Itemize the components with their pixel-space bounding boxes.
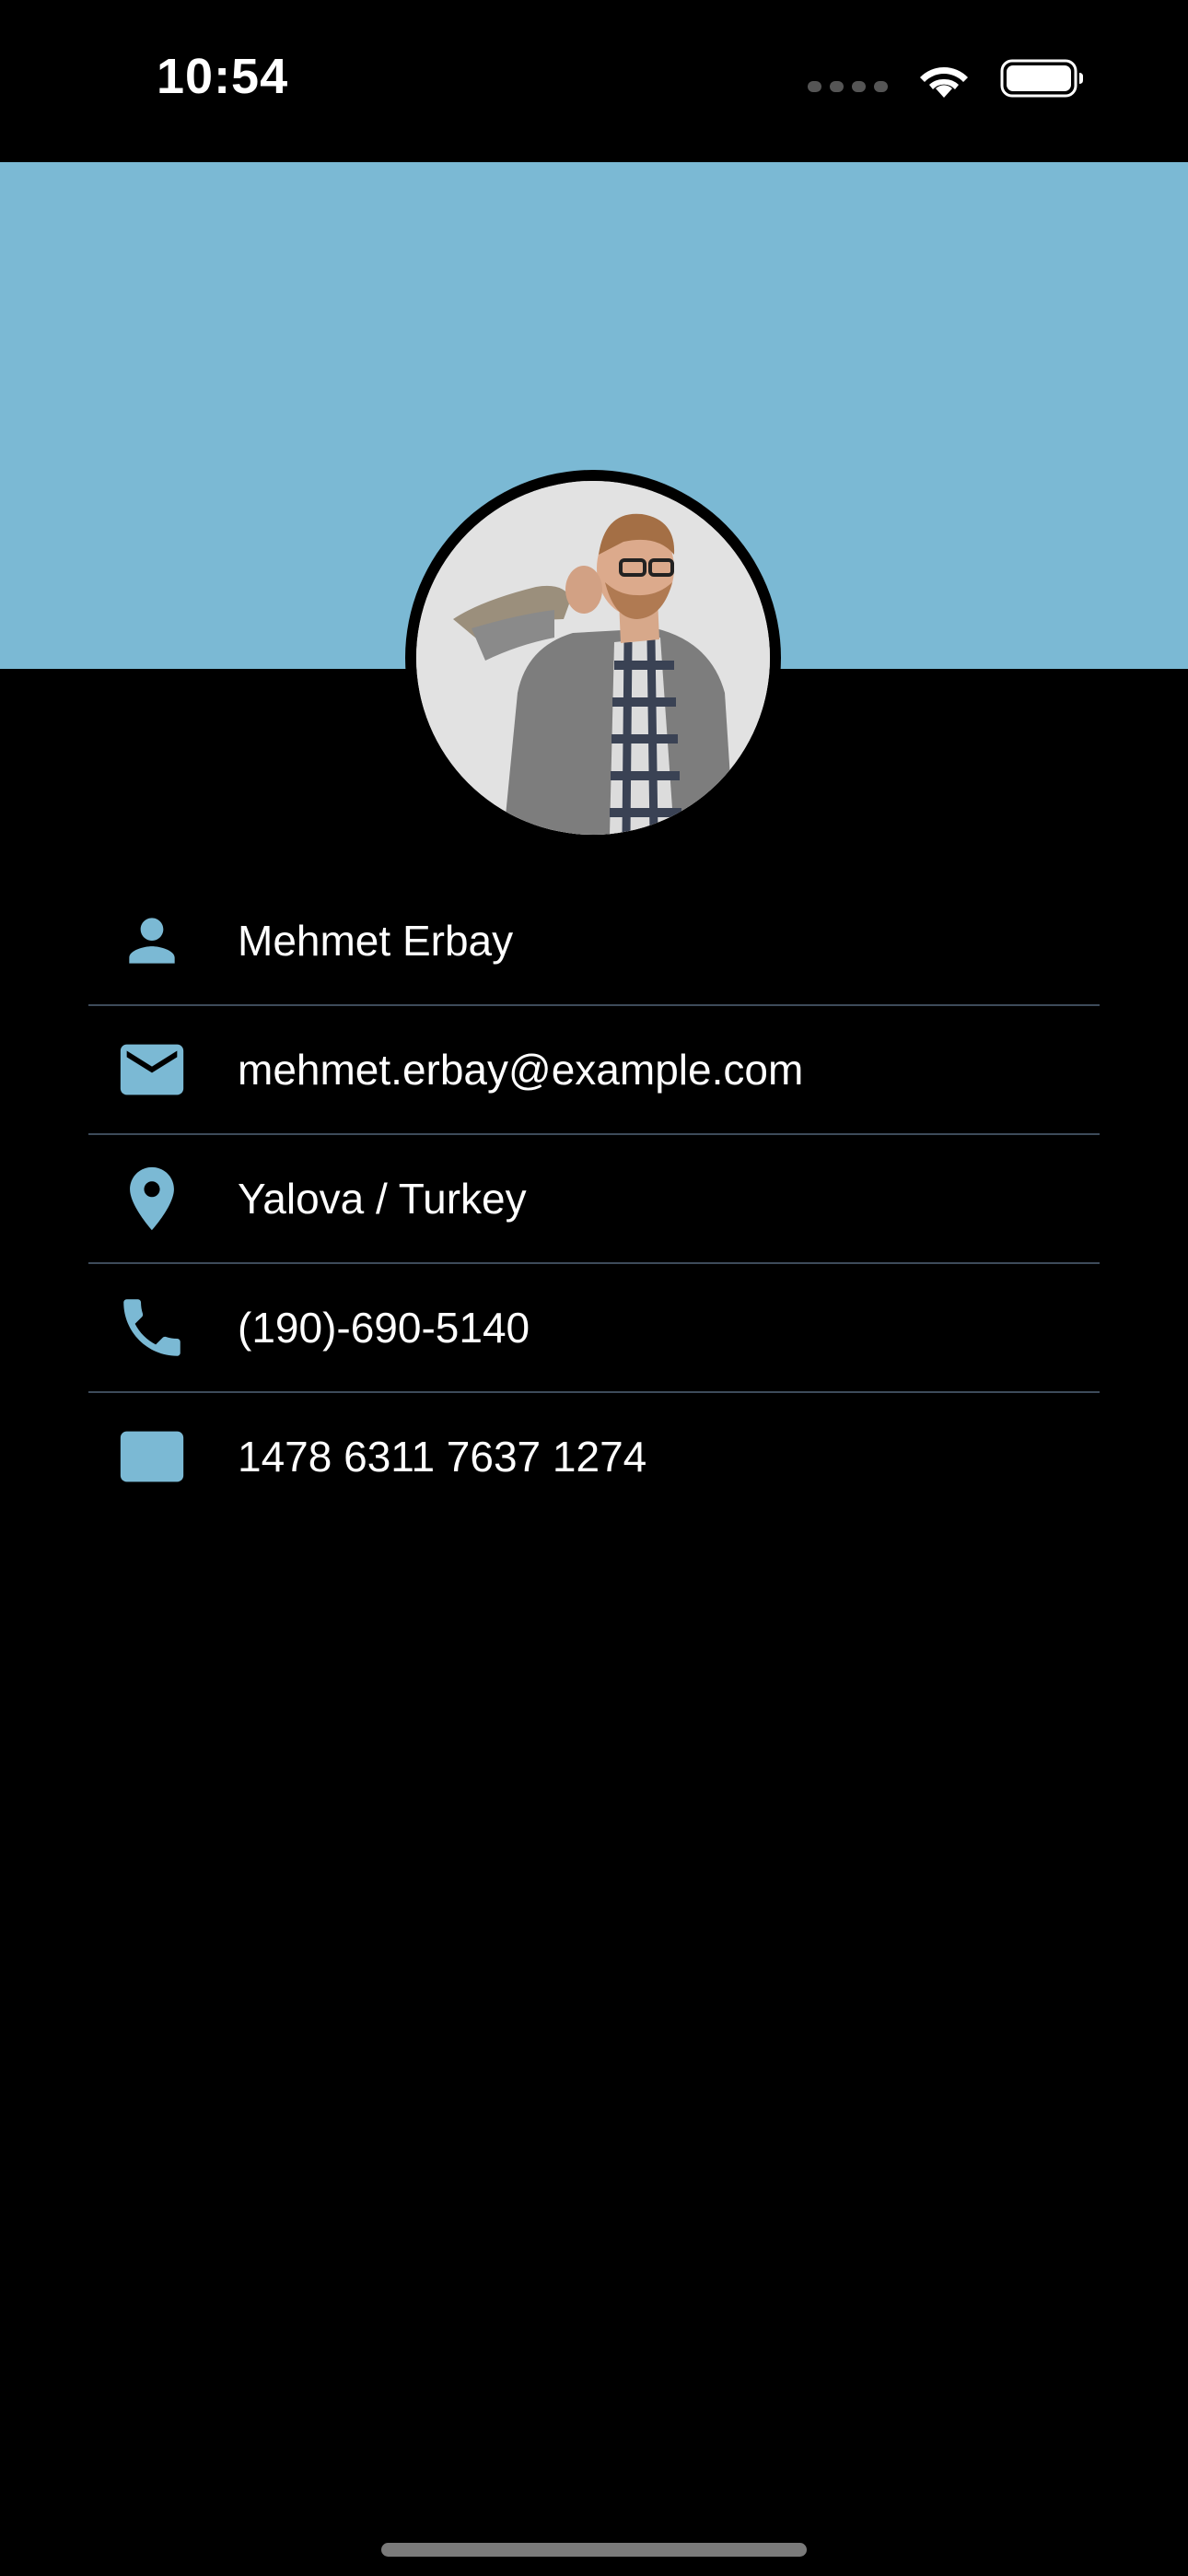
list-item-name: Mehmet Erbay [88, 877, 1100, 1006]
profile-photo [416, 481, 770, 835]
cellular-signal-icon [808, 80, 888, 92]
wifi-icon [915, 57, 973, 104]
mail-icon [88, 1006, 215, 1133]
list-item-email: mehmet.erbay@example.com [88, 1006, 1100, 1135]
status-time: 10:54 [157, 49, 289, 104]
battery-icon [1000, 58, 1085, 103]
location-pin-icon [88, 1135, 215, 1262]
home-indicator[interactable] [381, 2543, 807, 2557]
profile-info-list: Mehmet Erbay mehmet.erbay@example.com Ya… [88, 877, 1100, 1520]
card-number-text: 1478 6311 7637 1274 [238, 1433, 647, 1481]
list-item-location: Yalova / Turkey [88, 1135, 1100, 1264]
email-text: mehmet.erbay@example.com [238, 1046, 804, 1094]
location-text: Yalova / Turkey [238, 1175, 527, 1223]
status-icons [808, 57, 1085, 104]
list-item-card-number: 1478 6311 7637 1274 [88, 1393, 1100, 1520]
status-bar: 10:54 [0, 0, 1188, 162]
person-icon [88, 877, 215, 1004]
name-text: Mehmet Erbay [238, 917, 514, 965]
phone-text: (190)-690-5140 [238, 1304, 530, 1352]
avatar [405, 470, 781, 846]
id-card-icon [88, 1393, 215, 1520]
phone-icon [88, 1264, 215, 1391]
list-item-phone: (190)-690-5140 [88, 1264, 1100, 1393]
